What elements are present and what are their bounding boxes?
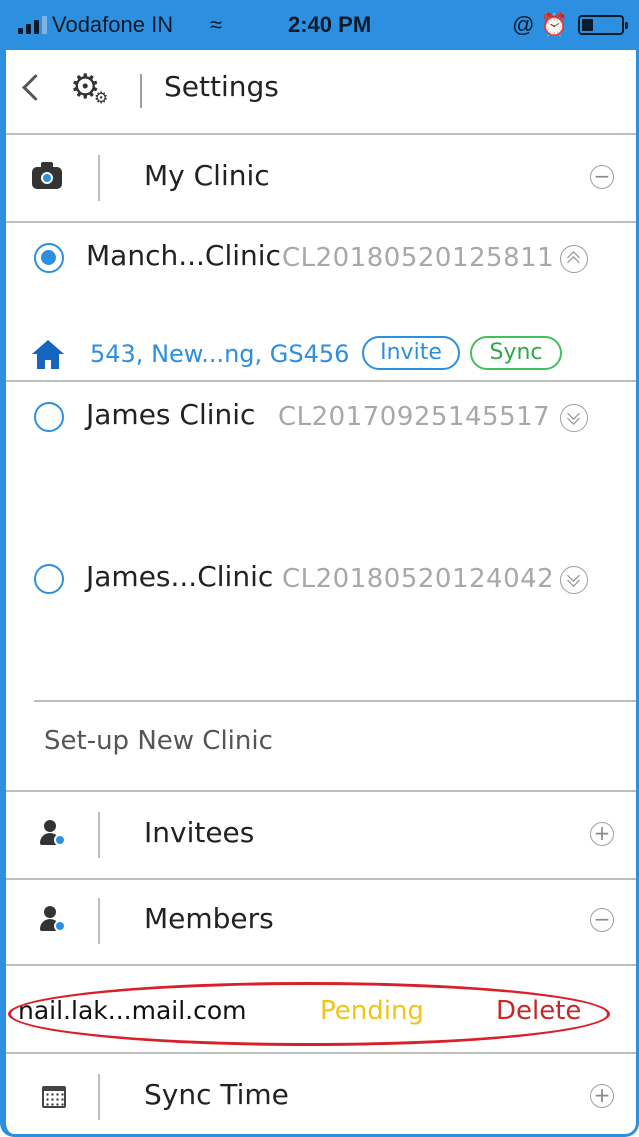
radio-icon[interactable]	[34, 564, 64, 594]
section-label: Sync Time	[144, 1078, 289, 1111]
clinic-item[interactable]: James Clinic CL20170925145517	[6, 382, 636, 540]
camera-icon	[32, 162, 62, 191]
delete-member-button[interactable]: Delete	[496, 996, 581, 1026]
clinic-name: James...Clinic	[86, 560, 274, 593]
header-divider	[140, 74, 142, 108]
clinic-address-row: 543, New...ng, GS456 Invite Sync	[6, 332, 636, 382]
collapse-icon[interactable]: −	[590, 908, 614, 932]
header-bar: ⚙ ⚙ Settings	[6, 50, 636, 135]
clinic-address: 543, New...ng, GS456	[90, 340, 350, 368]
section-divider	[98, 155, 100, 201]
radio-selected-icon[interactable]	[34, 243, 64, 273]
home-icon	[32, 340, 64, 370]
status-bar: Vodafone IN ≈ 2:40 PM @ ⏰	[6, 0, 636, 50]
section-label: Invitees	[144, 816, 255, 849]
section-invitees[interactable]: Invitees +	[6, 790, 636, 880]
expand-icon[interactable]: +	[590, 1084, 614, 1108]
clinic-item[interactable]: Manch...Clinic CL20180520125811	[6, 223, 636, 331]
section-sync-time[interactable]: Sync Time +	[6, 1052, 636, 1134]
member-status: Pending	[320, 996, 424, 1026]
add-person-icon	[40, 820, 68, 848]
signal-icon	[18, 14, 47, 34]
page-title: Settings	[164, 70, 279, 103]
section-my-clinic[interactable]: My Clinic −	[6, 135, 636, 223]
chevron-up-icon[interactable]	[560, 245, 588, 273]
radio-icon[interactable]	[34, 402, 64, 432]
status-time: 2:40 PM	[288, 12, 372, 37]
carrier-label: Vodafone IN	[52, 12, 174, 37]
battery-icon	[578, 15, 628, 35]
section-members[interactable]: Members −	[6, 878, 636, 966]
clinic-name: James Clinic	[86, 398, 256, 431]
section-divider	[98, 898, 100, 944]
wifi-icon: ≈	[210, 12, 223, 37]
member-email: nail.lak...mail.com	[18, 996, 247, 1025]
gear-icon: ⚙ ⚙	[70, 67, 109, 107]
chevron-down-icon[interactable]	[560, 566, 588, 594]
sync-button[interactable]: Sync	[470, 336, 562, 370]
phone-screen: Vodafone IN ≈ 2:40 PM @ ⏰ ⚙ ⚙ Settings My…	[0, 0, 639, 1137]
back-icon[interactable]	[22, 74, 49, 101]
clinic-item[interactable]: James...Clinic CL20180520124042	[6, 544, 636, 694]
expand-icon[interactable]: +	[590, 822, 614, 846]
section-divider	[98, 812, 100, 858]
section-label: Members	[144, 902, 274, 935]
chevron-down-icon[interactable]	[560, 404, 588, 432]
collapse-icon[interactable]: −	[590, 165, 614, 189]
clinic-code: CL20180520124042	[282, 564, 555, 594]
section-label: My Clinic	[144, 159, 270, 192]
calendar-icon	[42, 1082, 70, 1110]
add-person-icon	[40, 906, 68, 934]
invite-button[interactable]: Invite	[362, 336, 460, 370]
setup-new-clinic[interactable]: Set-up New Clinic	[34, 700, 636, 790]
setup-new-clinic-label: Set-up New Clinic	[44, 726, 273, 756]
clinic-code: CL20170925145517	[278, 402, 551, 432]
clinic-name: Manch...Clinic	[86, 239, 281, 272]
member-row: nail.lak...mail.com Pending Delete	[6, 966, 636, 1052]
section-divider	[98, 1074, 100, 1120]
clinic-code: CL20180520125811	[282, 243, 555, 273]
alarm-icon: @ ⏰	[512, 12, 568, 37]
